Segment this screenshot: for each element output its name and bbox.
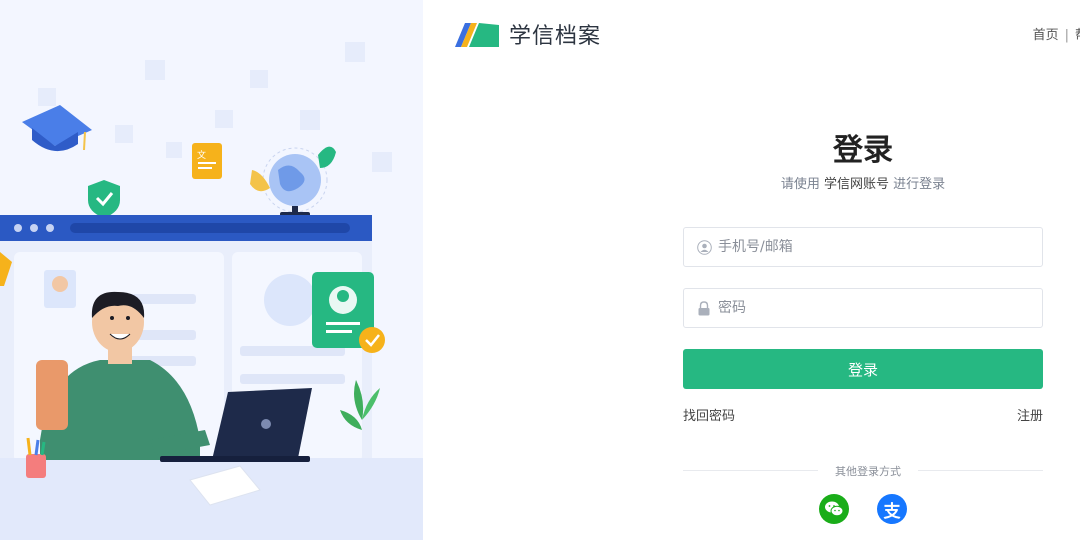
subtitle-suffix: 进行登录 — [893, 177, 946, 192]
brand-name: 学信档案 — [509, 24, 602, 49]
other-methods-label: 其他登录方式 — [818, 463, 918, 479]
nav-separator: | — [1064, 28, 1069, 43]
nav-help-link[interactable]: 帮 — [1075, 28, 1080, 43]
login-subtitle: 请使用 学信网账号 进行登录 — [683, 173, 1043, 192]
logo-icon — [455, 23, 499, 47]
illustration-svg: 文 — [0, 42, 423, 540]
alipay-login-button[interactable]: 支 — [877, 494, 907, 524]
register-link[interactable]: 注册 — [1017, 405, 1043, 424]
profile-card-icon — [312, 272, 385, 353]
svg-text:文: 文 — [197, 149, 206, 161]
login-title: 登录 — [833, 133, 893, 168]
forgot-password-link[interactable]: 找回密码 — [683, 405, 735, 424]
subtitle-prefix: 请使用 — [780, 177, 820, 192]
password-field[interactable] — [683, 288, 1043, 328]
hero-illustration: 文 — [0, 0, 423, 540]
shield-check-icon — [88, 180, 120, 218]
login-button[interactable]: 登录 — [683, 349, 1043, 389]
graduation-cap-icon — [22, 105, 92, 152]
account-input[interactable] — [718, 239, 1018, 255]
password-input[interactable] — [718, 300, 1018, 316]
top-nav: 首页 | 帮 — [1033, 24, 1080, 43]
globe-icon — [250, 146, 336, 217]
login-page: 文 学信档案 首页 | 登录 请使用 学信网账号 进行登录 手机号/邮箱 登录 … — [0, 0, 1080, 540]
wechat-login-button[interactable] — [819, 494, 849, 524]
document-icon: 文 — [192, 143, 222, 179]
user-icon — [696, 239, 712, 255]
subtitle-account: 学信网账号 — [823, 177, 889, 192]
nav-home-link[interactable]: 首页 — [1033, 28, 1059, 43]
pencil-cup-icon — [26, 437, 46, 478]
wechat-icon — [825, 501, 844, 517]
alipay-icon: 支 — [883, 501, 901, 522]
brand-logo[interactable]: 学信档案 — [453, 18, 601, 50]
account-field[interactable] — [683, 227, 1043, 267]
login-panel: 学信档案 首页 | 帮 登录 请使用 学信网账号 进行登录 — [423, 0, 1080, 540]
lock-icon — [696, 300, 712, 316]
